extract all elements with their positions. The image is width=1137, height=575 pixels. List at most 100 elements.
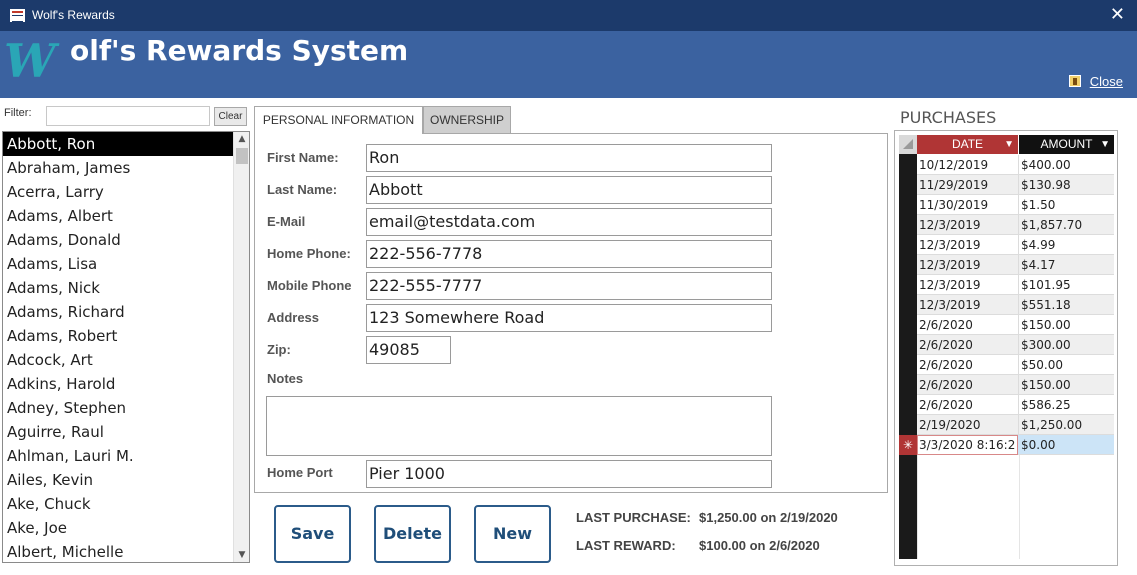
- dropdown-arrow-icon[interactable]: ▼: [1100, 135, 1110, 154]
- scroll-up-icon[interactable]: ▲: [234, 132, 249, 146]
- purchase-row[interactable]: 12/3/2019 $551.18: [917, 295, 1114, 315]
- list-item[interactable]: Abraham, James: [3, 156, 233, 180]
- home-phone-field[interactable]: 222-556-7778: [366, 240, 772, 268]
- email-field[interactable]: email@testdata.com: [366, 208, 772, 236]
- notes-field[interactable]: [266, 396, 772, 456]
- amount-cell[interactable]: $150.00: [1021, 318, 1071, 332]
- date-cell[interactable]: 10/12/2019: [919, 158, 1015, 172]
- purchase-row[interactable]: 2/6/2020 $50.00: [917, 355, 1114, 375]
- customer-list[interactable]: Abbott, Ron Abraham, James Acerra, Larry Ad…: [2, 131, 250, 563]
- list-item[interactable]: Ahlman, Lauri M.: [3, 444, 233, 468]
- home-port-field[interactable]: Pier 1000: [366, 460, 772, 488]
- address-field[interactable]: 123 Somewhere Road: [366, 304, 772, 332]
- purchase-row[interactable]: 12/3/2019 $4.99: [917, 235, 1114, 255]
- clear-button[interactable]: Clear: [214, 107, 247, 126]
- scroll-down-icon[interactable]: ▼: [234, 548, 249, 562]
- purchase-row[interactable]: 2/19/2020 $1,250.00: [917, 415, 1114, 435]
- purchase-row[interactable]: 12/3/2019 $4.17: [917, 255, 1114, 275]
- date-column-header[interactable]: DATE ▼: [917, 135, 1018, 154]
- purchase-row[interactable]: 2/6/2020 $586.25: [917, 395, 1114, 415]
- amount-cell[interactable]: $150.00: [1021, 378, 1071, 392]
- date-cell[interactable]: 12/3/2019: [919, 278, 1015, 292]
- amount-cell[interactable]: $300.00: [1021, 338, 1071, 352]
- amount-cell[interactable]: $101.95: [1021, 278, 1071, 292]
- date-cell[interactable]: 2/6/2020: [919, 398, 1015, 412]
- list-item[interactable]: Adams, Donald: [3, 228, 233, 252]
- list-item[interactable]: Aguirre, Raul: [3, 420, 233, 444]
- amount-cell[interactable]: $130.98: [1021, 178, 1071, 192]
- amount-cell[interactable]: $1,857.70: [1021, 218, 1082, 232]
- amount-cell[interactable]: $4.17: [1021, 258, 1055, 272]
- new-button[interactable]: New: [474, 505, 551, 563]
- tab-ownership[interactable]: OWNERSHIP: [423, 106, 511, 133]
- amount-cell[interactable]: $50.00: [1021, 358, 1063, 372]
- list-item[interactable]: Adams, Nick: [3, 276, 233, 300]
- date-cell[interactable]: 12/3/2019: [919, 218, 1015, 232]
- zip-field[interactable]: 49085: [366, 336, 451, 364]
- list-item[interactable]: Adams, Robert: [3, 324, 233, 348]
- list-item[interactable]: Albert, Michelle: [3, 540, 233, 562]
- date-cell[interactable]: 11/29/2019: [919, 178, 1015, 192]
- row-selector-column[interactable]: [899, 135, 917, 559]
- purchase-row[interactable]: 11/29/2019 $130.98: [917, 175, 1114, 195]
- amount-cell[interactable]: $1.50: [1021, 198, 1055, 212]
- sort-filter-icon[interactable]: ▼: [1004, 135, 1014, 154]
- mobile-phone-field[interactable]: 222-555-7777: [366, 272, 772, 300]
- purchase-row[interactable]: 12/3/2019 $1,857.70: [917, 215, 1114, 235]
- first-name-field[interactable]: Ron: [366, 144, 772, 172]
- purchase-row[interactable]: 2/6/2020 $300.00: [917, 335, 1114, 355]
- list-item[interactable]: Acerra, Larry: [3, 180, 233, 204]
- amount-column-header[interactable]: AMOUNT ▼: [1019, 135, 1114, 154]
- purchases-grid[interactable]: DATE ▼ AMOUNT ▼ 10/12/2019 $400.00 11/29/2…: [894, 130, 1118, 566]
- amount-column-label: AMOUNT: [1040, 137, 1093, 151]
- delete-button[interactable]: Delete: [374, 505, 451, 563]
- door-close-icon[interactable]: [1069, 75, 1081, 87]
- filter-input[interactable]: [46, 106, 210, 126]
- amount-cell[interactable]: $1,250.00: [1021, 418, 1082, 432]
- select-all-icon[interactable]: [899, 135, 917, 154]
- list-item[interactable]: Abbott, Ron: [3, 132, 233, 156]
- amount-cell[interactable]: $551.18: [1021, 298, 1071, 312]
- purchase-row[interactable]: 11/30/2019 $1.50: [917, 195, 1114, 215]
- purchase-row[interactable]: 10/12/2019 $400.00: [917, 155, 1114, 175]
- purchase-row[interactable]: 2/6/2020 $150.00: [917, 375, 1114, 395]
- purchase-row[interactable]: 2/6/2020 $150.00: [917, 315, 1114, 335]
- purchase-row[interactable]: 12/3/2019 $101.95: [917, 275, 1114, 295]
- date-cell[interactable]: 2/6/2020: [919, 358, 1015, 372]
- scroll-thumb[interactable]: [236, 148, 248, 164]
- new-amount-cell[interactable]: $0.00: [1021, 438, 1055, 452]
- date-cell[interactable]: 2/6/2020: [919, 338, 1015, 352]
- date-cell[interactable]: 12/3/2019: [919, 238, 1015, 252]
- date-cell[interactable]: 2/6/2020: [919, 318, 1015, 332]
- list-item[interactable]: Adams, Lisa: [3, 252, 233, 276]
- notes-label: Notes: [267, 371, 304, 386]
- new-purchase-row[interactable]: 3/3/2020 8:16:25 $0.00: [917, 435, 1114, 455]
- list-item[interactable]: Ake, Chuck: [3, 492, 233, 516]
- list-item[interactable]: Adams, Albert: [3, 204, 233, 228]
- amount-cell[interactable]: $586.25: [1021, 398, 1071, 412]
- list-item[interactable]: Adams, Richard: [3, 300, 233, 324]
- list-item[interactable]: Adcock, Art: [3, 348, 233, 372]
- new-date-cell[interactable]: 3/3/2020 8:16:25: [919, 438, 1015, 452]
- amount-cell[interactable]: $400.00: [1021, 158, 1071, 172]
- date-cell[interactable]: 2/6/2020: [919, 378, 1015, 392]
- last-purchase-label: LAST PURCHASE:: [576, 510, 691, 525]
- amount-cell[interactable]: $4.99: [1021, 238, 1055, 252]
- date-cell[interactable]: 2/19/2020: [919, 418, 1015, 432]
- date-cell[interactable]: 11/30/2019: [919, 198, 1015, 212]
- tab-personal-information[interactable]: PERSONAL INFORMATION: [254, 106, 423, 134]
- date-cell[interactable]: 12/3/2019: [919, 298, 1015, 312]
- close-link[interactable]: Close: [1090, 74, 1123, 89]
- list-item[interactable]: Ake, Joe: [3, 516, 233, 540]
- save-button[interactable]: Save: [274, 505, 351, 563]
- list-item[interactable]: Adkins, Harold: [3, 372, 233, 396]
- list-item[interactable]: Adney, Stephen: [3, 396, 233, 420]
- window-close-icon[interactable]: ✕: [1110, 4, 1125, 25]
- list-item[interactable]: Ailes, Kevin: [3, 468, 233, 492]
- date-column-label: DATE: [951, 137, 984, 151]
- date-cell[interactable]: 12/3/2019: [919, 258, 1015, 272]
- last-name-field[interactable]: Abbott: [366, 176, 772, 204]
- cell-divider: [1018, 235, 1019, 255]
- list-scrollbar[interactable]: ▲ ▼: [233, 132, 249, 562]
- address-label: Address: [267, 310, 320, 325]
